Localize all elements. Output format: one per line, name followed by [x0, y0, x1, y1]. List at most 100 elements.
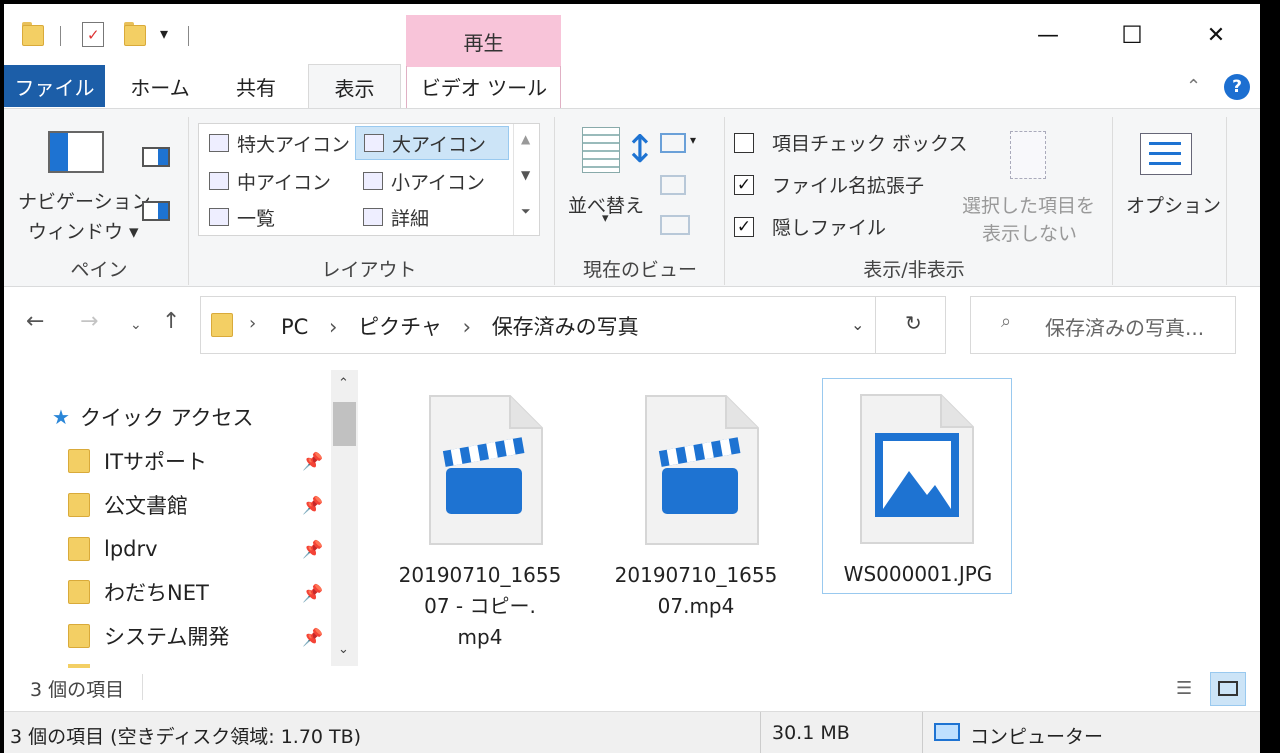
maximize-button[interactable]: ☐ — [1090, 4, 1174, 66]
pin-icon[interactable]: 📌 — [302, 540, 323, 560]
folder-icon[interactable] — [22, 22, 44, 46]
help-icon[interactable]: ? — [1224, 74, 1250, 100]
qat-separator-2 — [188, 26, 189, 46]
folder-icon — [68, 493, 90, 517]
hidden-files-label: 隠しファイル — [772, 217, 887, 239]
list-icon — [209, 208, 229, 226]
layout-small-icons[interactable]: 小アイコン — [355, 164, 509, 198]
add-columns-icon[interactable] — [660, 175, 686, 195]
layout-group-label: レイアウト — [321, 259, 417, 281]
refresh-icon[interactable]: ↻ — [905, 311, 922, 335]
details-icon — [363, 208, 383, 226]
address-bar[interactable]: › PC › ピクチャ › 保存済みの写真 ⌄ ↻ — [200, 296, 946, 354]
properties-icon[interactable]: ✓ — [82, 22, 104, 47]
small-icons-icon — [363, 172, 383, 190]
breadcrumb-pc[interactable]: PC — [281, 315, 308, 339]
sort-by-icon[interactable] — [582, 127, 620, 173]
file-name-line: mp4 — [457, 625, 503, 649]
forward-button[interactable]: → — [80, 309, 98, 334]
file-name-line: 20190710_1655 — [614, 563, 778, 587]
options-icon[interactable] — [1140, 133, 1192, 175]
tab-view[interactable]: 表示 — [308, 64, 401, 109]
address-dropdown-icon[interactable]: ⌄ — [851, 315, 864, 334]
qat-separator — [60, 26, 61, 46]
scroll-thumb[interactable] — [333, 402, 356, 446]
layout-scroll[interactable]: ▲ ▼ ⏷ — [513, 124, 539, 235]
search-box[interactable]: ⌕ 保存済みの写真... — [970, 296, 1236, 354]
medium-icons-icon — [209, 172, 229, 190]
hidden-files-checkbox[interactable]: ✓ — [734, 217, 754, 237]
item-checkbox-toggle[interactable] — [734, 133, 754, 153]
tab-share[interactable]: 共有 — [216, 65, 296, 107]
details-pane-icon[interactable] — [142, 201, 170, 221]
pin-icon[interactable]: 📌 — [302, 628, 323, 648]
file-ext-label: ファイル名拡張子 — [772, 175, 925, 197]
large-icons-icon — [364, 134, 384, 152]
hide-selected-icon[interactable] — [1010, 131, 1046, 179]
up-button[interactable]: ↑ — [162, 309, 180, 334]
scroll-up-icon[interactable]: ⌃ — [338, 376, 349, 391]
quick-access[interactable]: ★ クイック アクセス — [52, 397, 254, 437]
details-view-icon[interactable]: ☰ — [1176, 678, 1192, 699]
status-free-space: 3 個の項目 (空きディスク領域: 1.70 TB) — [10, 726, 362, 748]
tab-file[interactable]: ファイル — [4, 65, 105, 107]
sort-by-dropdown[interactable]: ▾ — [602, 211, 609, 226]
close-button[interactable]: ✕ — [1174, 4, 1258, 66]
nav-pane-scrollbar[interactable]: ⌃ ⌄ — [331, 370, 358, 666]
size-columns-icon[interactable] — [660, 215, 690, 235]
group-by-icon[interactable] — [660, 133, 686, 153]
nav-item-wadachi-net[interactable]: わだちNET — [68, 572, 209, 612]
file-name-line: WS000001.JPG — [843, 562, 993, 586]
search-icon: ⌕ — [1001, 311, 1012, 332]
file-ext-checkbox[interactable]: ✓ — [734, 175, 754, 195]
breadcrumb-saved-pictures[interactable]: 保存済みの写真 — [492, 315, 639, 339]
hide-selected-label-2[interactable]: 表示しない — [982, 219, 1077, 246]
large-icons-view-icon[interactable] — [1210, 672, 1246, 706]
qat-customize-icon[interactable]: ▾ — [160, 24, 168, 43]
layout-gallery: 特大アイコン 大アイコン 中アイコン 小アイコン 一覧 詳細 ▲ ▼ ⏷ — [198, 123, 540, 236]
nav-pane-label-2[interactable]: ウィンドウ ▾ — [28, 217, 139, 244]
file-name-line: 07.mp4 — [657, 594, 735, 618]
preview-pane-icon[interactable] — [142, 147, 170, 167]
star-icon: ★ — [52, 405, 70, 429]
status-size: 30.1 MB — [772, 722, 850, 744]
breadcrumb-pictures[interactable]: ピクチャ — [358, 315, 442, 339]
layout-large-icons[interactable]: 大アイコン — [355, 126, 509, 160]
nav-item-it-support[interactable]: ITサポート — [68, 441, 207, 481]
pin-icon[interactable]: 📌 — [302, 452, 323, 472]
folder-icon — [68, 537, 90, 561]
nav-item-archives[interactable]: 公文書館 — [68, 485, 188, 525]
layout-details[interactable]: 詳細 — [355, 200, 509, 234]
file-item[interactable]: 20190710_1655 07.mp4 — [596, 374, 796, 624]
breadcrumb-separator: › — [249, 313, 257, 334]
nav-pane-label-1[interactable]: ナビゲーション — [18, 187, 151, 214]
options-label[interactable]: オプション — [1126, 191, 1221, 218]
group-separator-2 — [554, 117, 555, 285]
current-view-group-label: 現在のビュー — [582, 259, 697, 281]
back-button[interactable]: ← — [26, 309, 44, 334]
video-file-icon — [645, 395, 759, 545]
folder-icon — [68, 580, 90, 604]
hide-selected-label-1[interactable]: 選択した項目を — [962, 191, 1095, 218]
pin-icon[interactable]: 📌 — [302, 496, 323, 516]
nav-item-system-dev[interactable]: システム開発 — [68, 616, 229, 656]
item-checkbox-label: 項目チェック ボックス — [772, 133, 968, 155]
layout-extra-large-icons[interactable]: 特大アイコン — [201, 126, 351, 160]
scroll-down-icon[interactable]: ⌄ — [338, 642, 349, 657]
tab-home[interactable]: ホーム — [116, 65, 204, 107]
layout-medium-icons[interactable]: 中アイコン — [201, 164, 351, 198]
tab-video-tools[interactable]: ビデオ ツール — [408, 65, 560, 107]
image-file-icon — [860, 394, 974, 544]
collapse-ribbon-icon[interactable]: ⌃ — [1186, 76, 1201, 97]
pin-icon[interactable]: 📌 — [302, 584, 323, 604]
computer-icon — [934, 723, 960, 741]
nav-item-lpdrv[interactable]: lpdrv — [68, 529, 158, 569]
minimize-button[interactable]: — — [1006, 4, 1090, 66]
group-separator-5 — [1226, 117, 1227, 285]
recent-locations-button[interactable]: ⌄ — [130, 317, 142, 333]
layout-list[interactable]: 一覧 — [201, 200, 351, 234]
new-folder-icon[interactable] — [124, 22, 146, 46]
file-item[interactable]: 20190710_1655 07 - コピー. mp4 — [380, 374, 580, 664]
file-item-selected[interactable]: WS000001.JPG — [822, 378, 1012, 594]
navigation-pane-icon[interactable] — [48, 131, 104, 173]
